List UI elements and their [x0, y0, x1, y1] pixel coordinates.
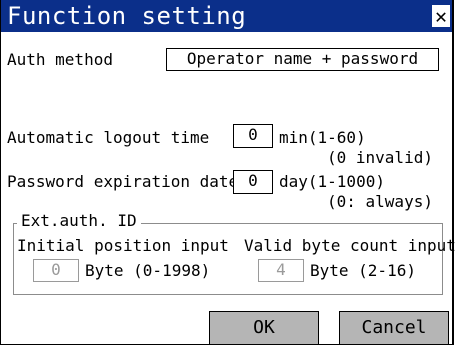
initial-position-value: 0	[51, 260, 61, 279]
logout-time-hint: (0 invalid)	[327, 148, 433, 167]
initial-position-input[interactable]: 0	[33, 259, 79, 282]
password-expiration-label: Password expiration date	[7, 172, 239, 191]
close-button[interactable]: ✕	[432, 5, 450, 27]
cancel-button[interactable]: Cancel	[339, 311, 449, 345]
ok-button-label: OK	[253, 317, 275, 338]
password-expiration-hint: (0: always)	[327, 192, 433, 211]
valid-byte-count-range: Byte (2-16)	[310, 261, 416, 280]
valid-byte-count-label: Valid byte count input	[244, 236, 456, 255]
ext-auth-group-title: Ext.auth. ID	[17, 211, 141, 231]
ok-button[interactable]: OK	[209, 311, 319, 345]
auth-method-value: Operator name + password	[186, 49, 419, 68]
valid-byte-count-input[interactable]: 4	[258, 259, 304, 282]
initial-position-range: Byte (0-1998)	[85, 261, 211, 280]
cancel-button-label: Cancel	[361, 317, 427, 338]
logout-time-label: Automatic logout time	[7, 128, 210, 147]
auth-method-field[interactable]: Operator name + password	[166, 48, 439, 71]
password-expiration-value: 0	[248, 171, 258, 190]
close-icon: ✕	[434, 4, 448, 28]
logout-time-range: min(1-60)	[279, 128, 366, 147]
valid-byte-count-value: 4	[276, 260, 286, 279]
dialog-title: Function setting	[7, 2, 247, 30]
title-bar: Function setting ✕	[1, 0, 452, 32]
password-expiration-input[interactable]: 0	[233, 170, 273, 194]
logout-time-input[interactable]: 0	[233, 124, 273, 148]
password-expiration-range: day(1-1000)	[279, 172, 385, 191]
logout-time-value: 0	[248, 125, 258, 144]
function-setting-dialog: Function setting ✕ Auth method Operator …	[0, 0, 456, 345]
auth-method-label: Auth method	[7, 50, 113, 69]
initial-position-label: Initial position input	[17, 236, 229, 255]
